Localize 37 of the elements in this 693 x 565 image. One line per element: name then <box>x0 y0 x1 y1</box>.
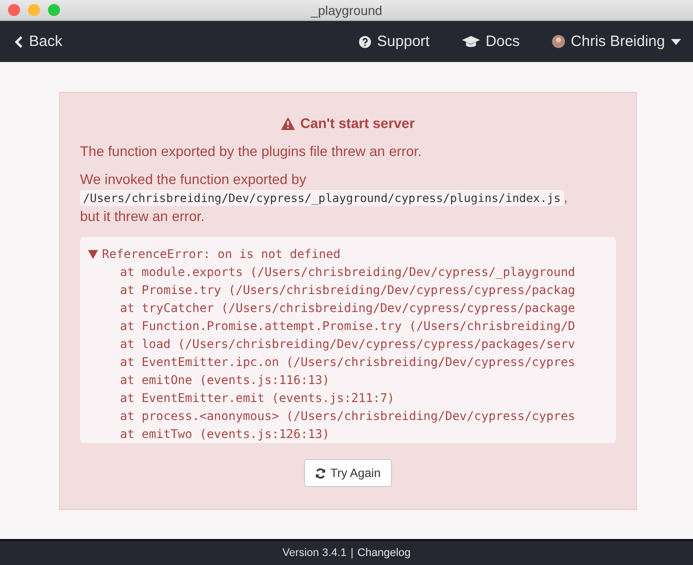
error-detail: We invoked the function exported by <box>80 171 306 187</box>
graduation-cap-icon <box>462 36 480 48</box>
stack-line: at EventEmitter.emit (events.js:211:7) <box>119 390 396 407</box>
warning-icon <box>281 116 296 130</box>
stack-line: at emitTwo (events.js:126:13) <box>119 426 331 443</box>
refresh-icon <box>315 468 326 478</box>
nav-link[interactable]: Docs <box>462 33 520 50</box>
help-icon <box>359 36 372 48</box>
separator: | <box>350 547 354 559</box>
stack-line: at module.exports (/Users/chrisbreiding/Dev/cypress/_playground <box>119 264 576 281</box>
maximize-icon[interactable] <box>48 4 60 16</box>
error-message: The function exported by the plugins file threw an error. <box>80 142 423 160</box>
file-path: /Users/chrisbreiding/Dev/cypress/_playground/cypress/plugins/index.js <box>80 190 564 206</box>
error-name: ReferenceError: on is not defined <box>102 246 340 263</box>
avatar-icon <box>552 35 565 48</box>
try-again-button[interactable]: Try Again <box>304 459 392 487</box>
error-title: Can't start server <box>300 115 415 131</box>
back-link[interactable]: Back <box>15 33 62 50</box>
stack-line: at emitOne (events.js:116:13) <box>119 372 331 389</box>
nav-link[interactable]: Support <box>359 33 430 50</box>
punctuation: , <box>564 189 568 205</box>
caret-icon <box>671 38 681 44</box>
error-detail: but it threw an error. <box>80 208 205 224</box>
version-text: Version 3.4.1 <box>282 547 347 559</box>
close-icon[interactable] <box>8 4 20 16</box>
stack-line: at Promise.try (/Users/chrisbreiding/Dev/cypress/cypress/packag <box>119 282 576 299</box>
disclosure-triangle-icon[interactable] <box>88 250 98 258</box>
window-title: _playground <box>310 2 382 18</box>
stack-line: at Function.Promise.attempt.Promise.try (/Users/chrisbreiding/D <box>119 318 576 335</box>
chevron-left-icon <box>15 36 23 48</box>
stack-line: at EventEmitter.ipc.on (/Users/chrisbreiding/Dev/cypress/cypres <box>119 354 576 371</box>
minimize-icon[interactable] <box>28 4 40 16</box>
user-menu[interactable]: Chris Breiding <box>552 33 681 50</box>
changelog-link[interactable]: Changelog <box>357 547 411 559</box>
stack-line: at tryCatcher (/Users/chrisbreiding/Dev/cypress/cypress/package <box>119 300 576 317</box>
stack-line: at process.<anonymous> (/Users/chrisbreiding/Dev/cypress/cypres <box>119 408 576 425</box>
stack-line: at load (/Users/chrisbreiding/Dev/cypress/cypress/packages/serv <box>119 336 576 353</box>
